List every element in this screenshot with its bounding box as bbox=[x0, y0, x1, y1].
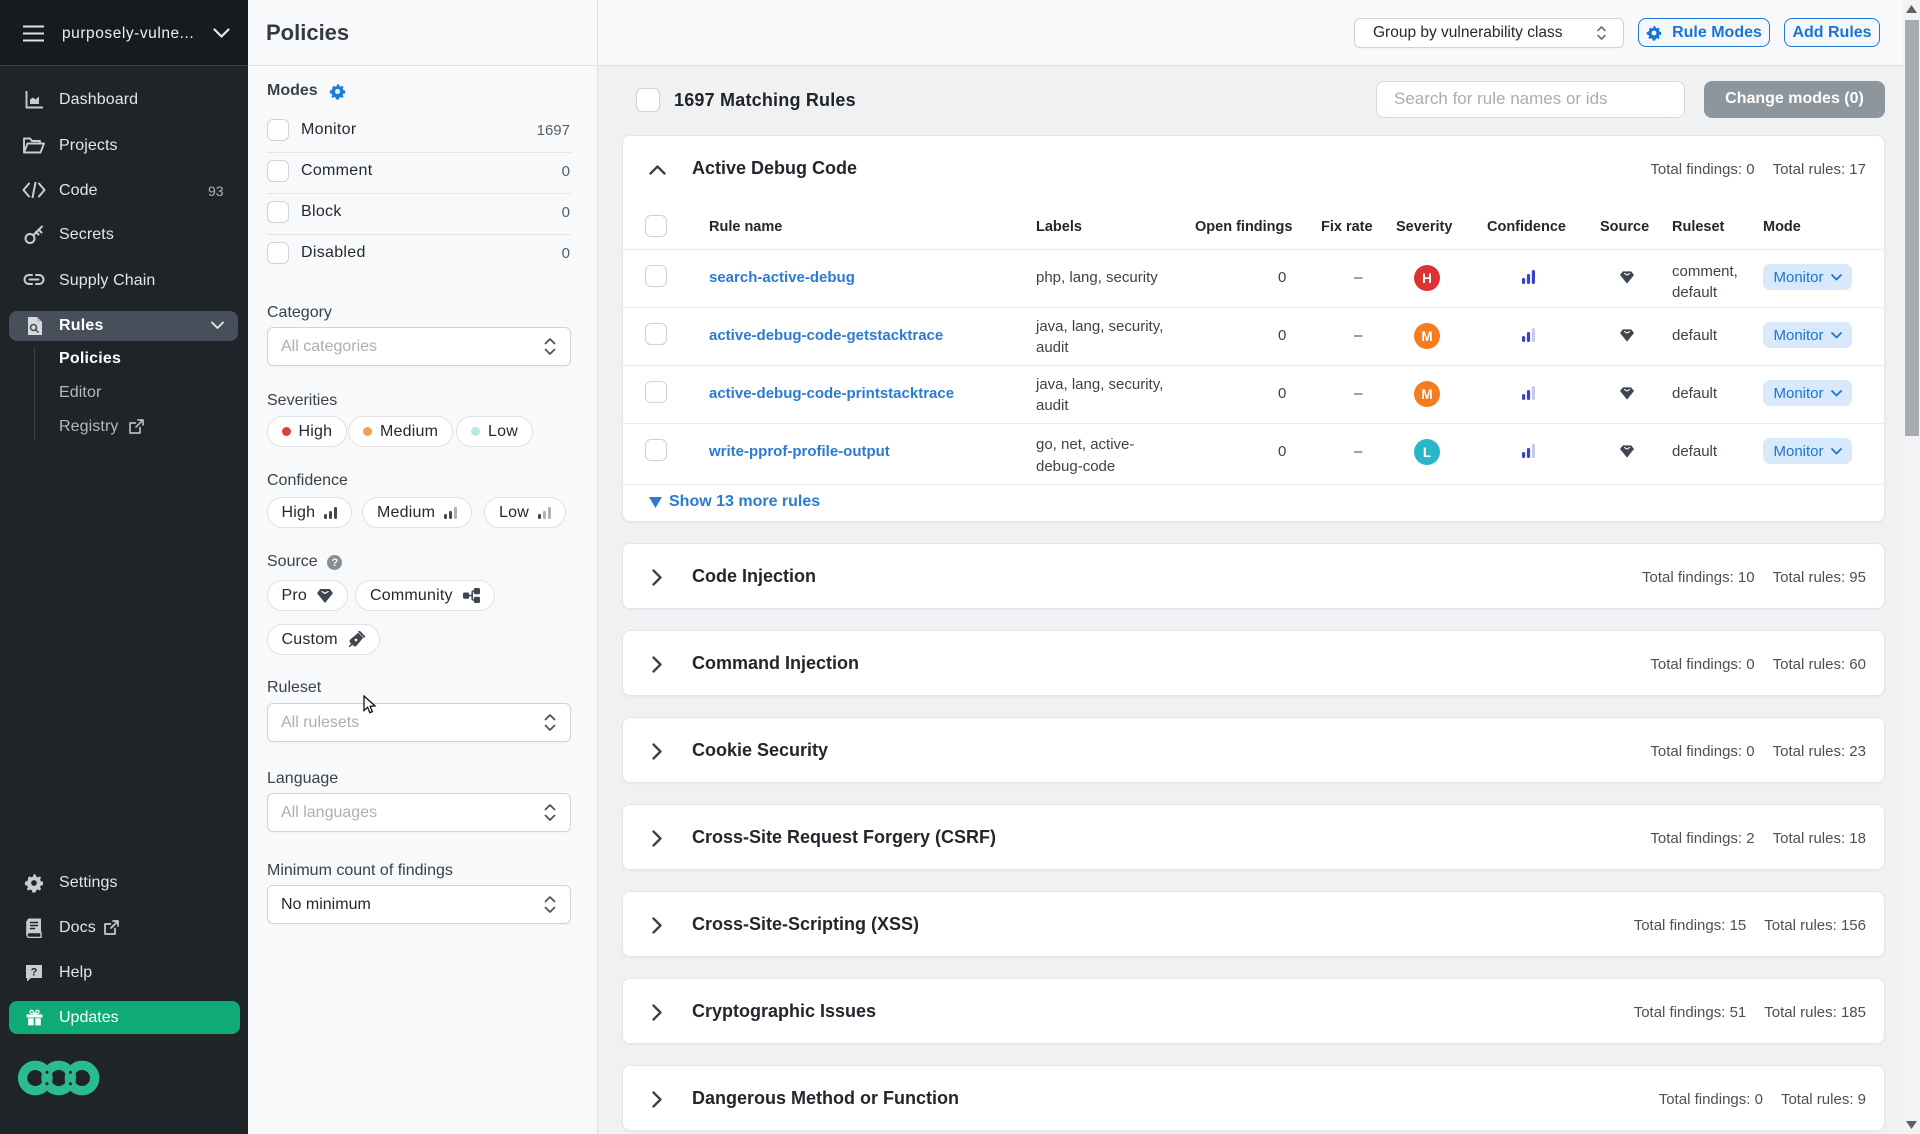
svg-text:?: ? bbox=[31, 967, 38, 979]
